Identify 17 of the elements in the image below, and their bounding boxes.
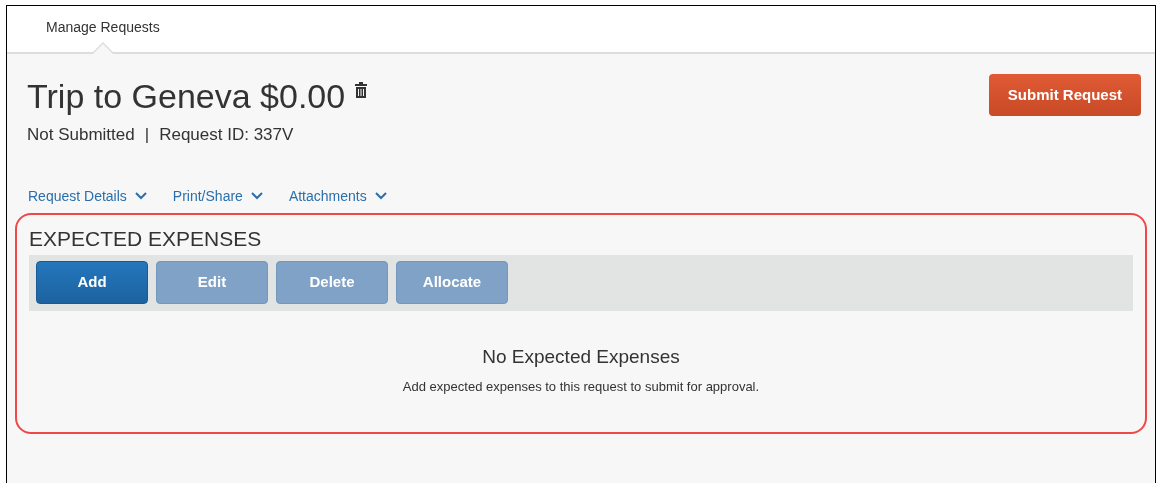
trash-icon[interactable]	[355, 82, 368, 98]
empty-title: No Expected Expenses	[482, 344, 680, 369]
request-title: Trip to Geneva $0.00	[27, 76, 346, 117]
request-status: Not Submitted	[27, 124, 135, 146]
chevron-down-icon	[374, 192, 387, 200]
nav-tab[interactable]: Manage Requests	[43, 17, 163, 52]
dropdown-menu[interactable]: Print/Share	[172, 185, 263, 207]
empty-message: Add expected expenses to this request to submit for approval.	[402, 378, 760, 396]
submit-request-button[interactable]: Submit Request	[988, 74, 1141, 116]
section-heading: EXPECTED EXPENSES	[29, 226, 263, 251]
dropdown-menu[interactable]: Attachments	[288, 185, 387, 207]
chevron-down-icon	[134, 192, 147, 200]
toolbar-button[interactable]: Add	[36, 261, 148, 304]
dropdown-menu[interactable]: Request Details	[28, 185, 147, 207]
request-id: Request ID: 337V	[159, 124, 294, 146]
chevron-down-icon	[250, 192, 263, 200]
separator: |	[144, 124, 150, 146]
